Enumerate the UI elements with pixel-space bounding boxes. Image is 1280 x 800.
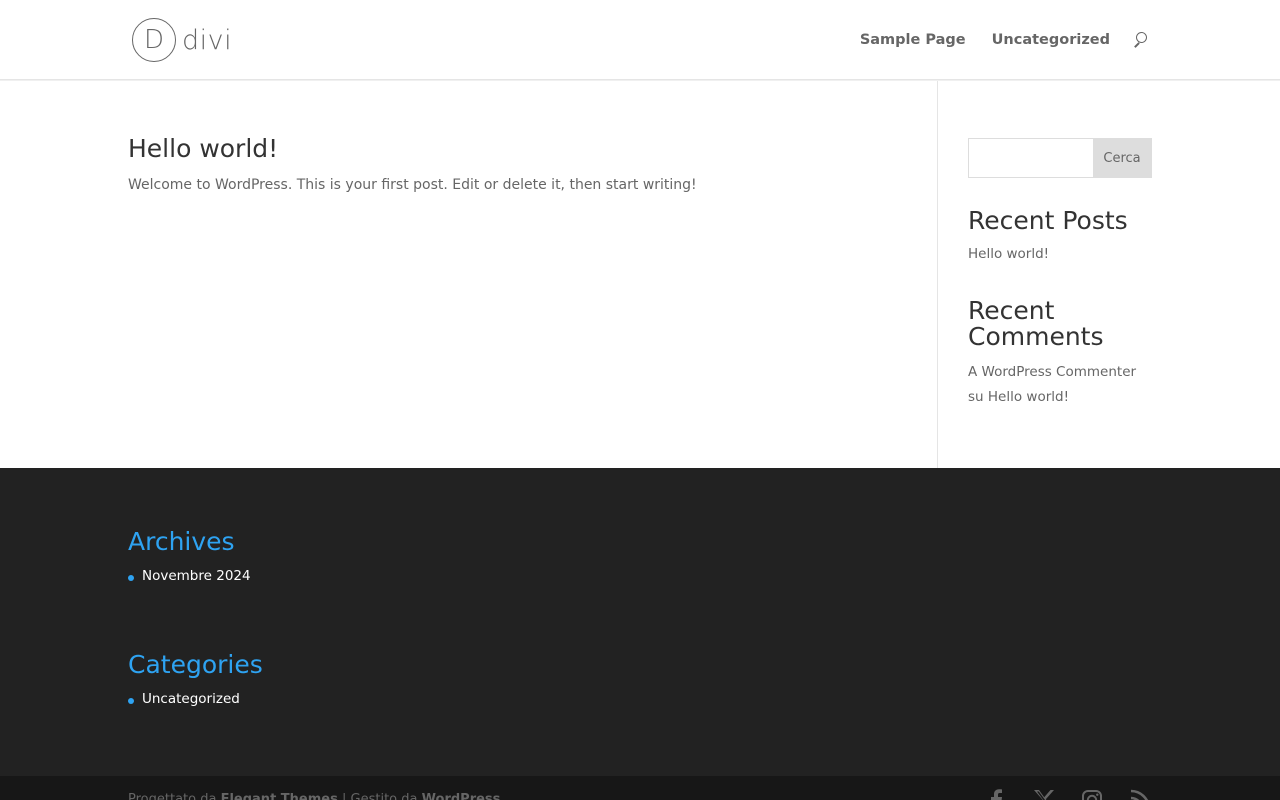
- recent-comment-item: A WordPress Commenter su Hello world!: [968, 360, 1152, 410]
- facebook-icon[interactable]: [984, 788, 1008, 800]
- credits-prefix: Progettato da: [128, 792, 217, 800]
- instagram-icon[interactable]: [1080, 788, 1104, 800]
- recent-comments-title: Recent Comments: [968, 296, 1104, 351]
- sidebar-search-button[interactable]: Cerca: [1093, 139, 1151, 177]
- comment-author-link[interactable]: A WordPress Commenter: [968, 364, 1136, 380]
- list-item: Uncategorized: [128, 691, 240, 707]
- credits-powered: Gestito da: [350, 792, 418, 800]
- archive-link[interactable]: Novembre 2024: [142, 568, 251, 584]
- archives-list: Novembre 2024: [128, 568, 251, 584]
- sidebar-search-input[interactable]: [969, 139, 1093, 177]
- nav-item-uncategorized[interactable]: Uncategorized: [992, 32, 1110, 48]
- site-logo[interactable]: D divi: [132, 18, 232, 62]
- post-excerpt: Welcome to WordPress. This is your first…: [128, 177, 697, 193]
- search-icon[interactable]: [1132, 30, 1150, 50]
- recent-posts-title: Recent Posts: [968, 206, 1128, 235]
- main-content: Hello world! Welcome to WordPress. This …: [0, 81, 1280, 468]
- site-header: D divi Sample Page Uncategorized: [0, 0, 1280, 80]
- credits-cms-link[interactable]: WordPress: [422, 792, 501, 800]
- category-link[interactable]: Uncategorized: [142, 691, 240, 707]
- sidebar-search-form: Cerca: [968, 138, 1152, 178]
- recent-post-link[interactable]: Hello world!: [968, 246, 1049, 262]
- comment-connector: su: [968, 389, 984, 405]
- x-icon[interactable]: [1032, 788, 1056, 800]
- footer-bottom-bar: Progettato da Elegant Themes | Gestito d…: [0, 776, 1280, 800]
- rss-icon[interactable]: [1128, 788, 1152, 800]
- post-title[interactable]: Hello world!: [128, 134, 278, 163]
- sidebar-divider: [937, 81, 938, 468]
- logo-text: divi: [182, 24, 233, 56]
- social-icons: [960, 788, 1152, 800]
- categories-title: Categories: [128, 650, 263, 679]
- logo-mark: D: [132, 18, 176, 62]
- nav-item-sample-page[interactable]: Sample Page: [860, 32, 966, 48]
- categories-list: Uncategorized: [128, 691, 240, 707]
- credits-separator: |: [342, 792, 347, 800]
- credits-theme-link[interactable]: Elegant Themes: [221, 792, 338, 800]
- footer-credits: Progettato da Elegant Themes | Gestito d…: [128, 792, 500, 800]
- main-nav: Sample Page Uncategorized: [834, 30, 1150, 50]
- archives-title: Archives: [128, 527, 235, 556]
- site-footer: Archives Novembre 2024 Categories Uncate…: [0, 468, 1280, 776]
- comment-post-link[interactable]: Hello world!: [988, 389, 1069, 405]
- list-item: Novembre 2024: [128, 568, 251, 584]
